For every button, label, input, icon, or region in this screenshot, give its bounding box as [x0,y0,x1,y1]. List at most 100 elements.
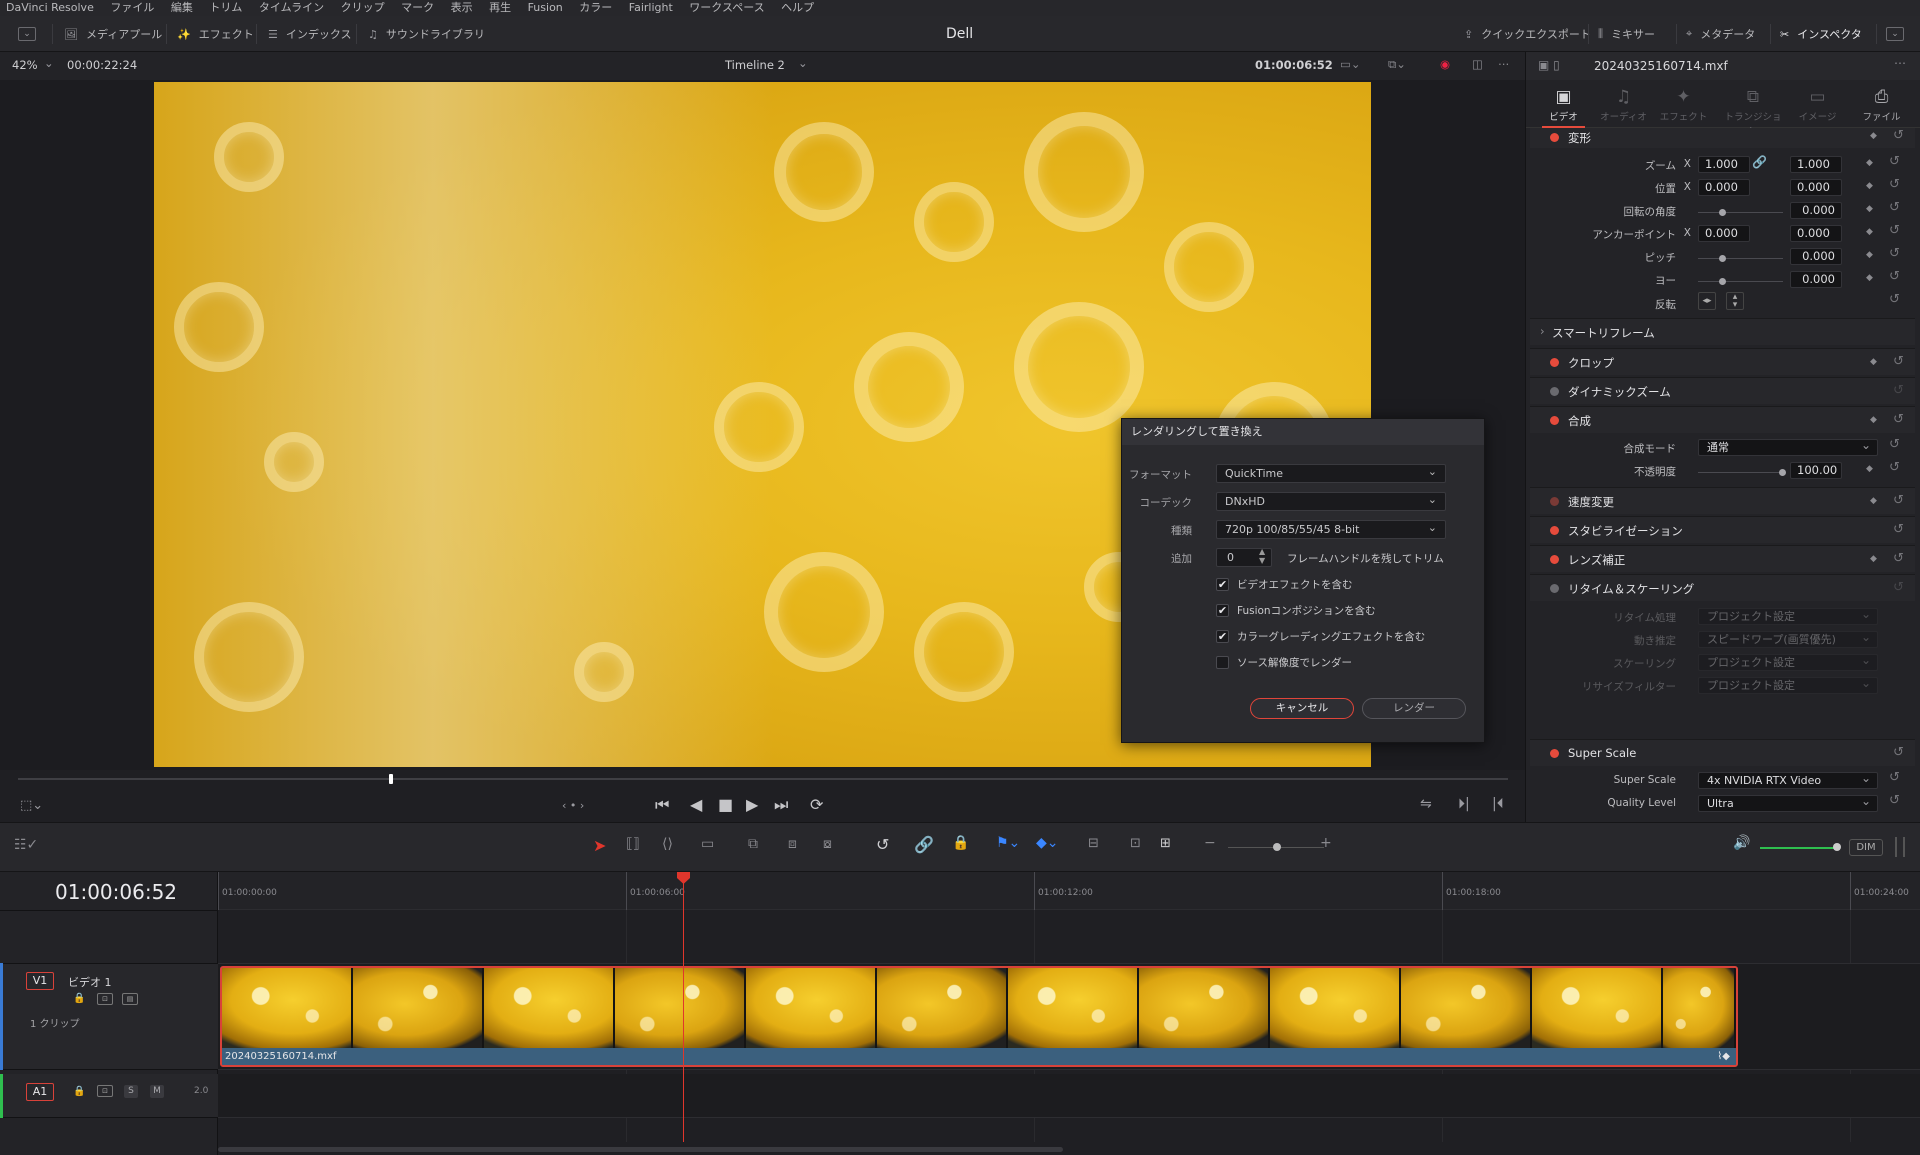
opacity-field[interactable]: 100.00 [1790,462,1842,479]
position-reset-icon[interactable]: ↺ [1889,177,1900,192]
pitch-field[interactable]: 0.000 [1790,248,1842,265]
include-color-grading-checkbox[interactable]: ✔ カラーグレーディングエフェクトを含む [1216,629,1425,644]
menu-help[interactable]: ヘルプ [781,1,814,14]
render-source-resolution-checkbox[interactable]: ソース解像度でレンダー [1216,655,1352,670]
v1-auto-select-icon[interactable]: ⊡ [97,993,113,1005]
section-stabilization[interactable]: スタビライゼーション ↺ [1530,516,1915,543]
mixer-button[interactable]: ⫼ ミキサー [1598,16,1655,52]
composite-enable-dot[interactable] [1550,416,1559,425]
a1-tag[interactable]: A1 [26,1083,54,1101]
metadata-button[interactable]: ⌖ メタデータ [1686,16,1755,52]
zoom-out-icon[interactable]: − [1204,835,1216,851]
composite-mode-select[interactable]: 通常 [1698,438,1878,456]
insert-clip-icon[interactable]: ⧉ [748,836,758,852]
anchor-x-field[interactable]: 0.000 [1698,225,1750,242]
position-x-field[interactable]: 0.000 [1698,179,1750,196]
checkbox-box[interactable]: ✔ [1216,630,1229,643]
menu-file[interactable]: ファイル [110,1,154,14]
anchor-keyframe-icon[interactable]: ◆ [1866,227,1873,237]
scrub-handle[interactable] [388,774,393,784]
flip-vertical-icon[interactable]: ▴ ▾ [1726,292,1744,310]
a1-auto-select-icon[interactable]: ⊡ [97,1085,113,1097]
crop-enable-dot[interactable] [1550,358,1559,367]
section-smart-reframe[interactable]: › スマートリフレーム [1530,318,1915,345]
menu-workspace[interactable]: ワークスペース [689,1,764,14]
split-view-icon[interactable]: ◫ [1472,57,1483,71]
volume-slider[interactable] [1760,847,1838,849]
render-button[interactable]: レンダー [1362,698,1466,719]
type-select[interactable]: 720p 100/85/55/45 8-bit [1216,519,1446,539]
loop-icon[interactable]: ⟳ [810,795,823,814]
selection-tool-icon[interactable]: ➤ [593,836,606,855]
menu-clip[interactable]: クリップ [341,1,385,14]
a1-mute-button[interactable]: M [150,1085,164,1098]
opacity-knob[interactable] [1779,469,1786,476]
clip-curve-icon[interactable]: ⌇◆ [1717,1048,1730,1065]
anchor-reset-icon[interactable]: ↺ [1889,223,1900,238]
lens-reset-icon[interactable]: ↺ [1893,551,1904,566]
pitch-reset-icon[interactable]: ↺ [1889,246,1900,261]
link-icon[interactable]: 🔗 [1752,155,1767,169]
playhead[interactable] [683,872,684,1142]
transform-reset-icon[interactable]: ↺ [1893,128,1904,143]
zoom-full-icon[interactable]: ⊟ [1088,836,1099,851]
anchor-y-field[interactable]: 0.000 [1790,225,1842,242]
checkbox-box[interactable]: ✔ [1216,604,1229,617]
yaw-knob[interactable] [1719,278,1726,285]
super-scale-reset-icon[interactable]: ↺ [1893,745,1904,760]
lens-correction-enable-dot[interactable] [1550,555,1559,564]
menu-fusion[interactable]: Fusion [528,1,563,14]
play-reverse-icon[interactable]: ◀ [690,795,702,814]
timeline-ruler[interactable]: 01:00:00:00 01:00:06:00 01:00:12:00 01:0… [218,872,1920,910]
tab-video[interactable]: ▣ ビデオ [1536,80,1591,128]
super-scale-select[interactable]: 4x NVIDIA RTX Video [1698,771,1878,789]
quality-level-reset-icon[interactable]: ↺ [1889,793,1900,808]
viewer-mode-icon[interactable]: ⧉⌄ [1388,57,1406,72]
motion-estimation-select[interactable]: スピードワープ(画質優先) [1698,630,1878,648]
menu-view[interactable]: 表示 [451,1,473,14]
tab-transition[interactable]: ⧉トランジション [1720,80,1786,137]
menu-color[interactable]: カラー [579,1,612,14]
stop-icon[interactable]: ■ [718,795,733,814]
retime-reset-icon[interactable]: ↺ [1893,580,1904,595]
composite-keyframe-icon[interactable]: ◆ [1870,415,1877,425]
zoom-custom-icon[interactable]: ⊞ [1160,836,1171,851]
super-scale-value-reset-icon[interactable]: ↺ [1889,770,1900,785]
inspector-button[interactable]: ✂ インスペクタ [1780,16,1862,52]
position-y-field[interactable]: 0.000 [1790,179,1842,196]
resize-filter-select[interactable]: プロジェクト設定 [1698,676,1878,694]
menu-playback[interactable]: 再生 [489,1,511,14]
format-select[interactable]: QuickTime [1216,463,1446,483]
section-retime-scaling[interactable]: リタイム＆スケーリング ↺ [1530,574,1915,601]
include-fusion-checkbox[interactable]: ✔ Fusionコンポジションを含む [1216,603,1376,618]
a1-solo-button[interactable]: S [124,1085,138,1098]
timeline-dropdown-icon[interactable]: ⌄ [798,56,808,70]
yaw-keyframe-icon[interactable]: ◆ [1866,273,1873,283]
tab-effects[interactable]: ✦ エフェクト [1656,80,1711,128]
go-to-end-icon[interactable]: ⏭ [774,795,788,815]
checkbox-box[interactable] [1216,656,1229,669]
zoom-x-field[interactable]: 1.000 [1698,156,1750,173]
flag-icon[interactable]: ⚑⌄ [996,835,1020,851]
flip-reset-icon[interactable]: ↺ [1889,292,1900,307]
opacity-keyframe-icon[interactable]: ◆ [1866,464,1873,474]
inspector-more-icon[interactable]: ⋯ [1894,56,1906,70]
scaling-select[interactable]: プロジェクト設定 [1698,653,1878,671]
color-wheel-icon[interactable]: ◉ [1440,57,1450,71]
a1-lock-icon[interactable]: 🔒 [73,1086,85,1097]
menu-timeline[interactable]: タイムライン [259,1,324,14]
overwrite-clip-icon[interactable]: ⧈ [788,836,797,852]
section-transform[interactable]: 変形 ◆ ↺ [1530,128,1915,148]
crop-keyframe-icon[interactable]: ◆ [1870,357,1877,367]
tab-file[interactable]: ⎙ ファイル [1854,80,1909,128]
position-keyframe-icon[interactable]: ◆ [1866,181,1873,191]
section-super-scale[interactable]: Super Scale ↺ [1530,739,1915,766]
stepper-arrows-icon[interactable]: ▲ ▼ [1259,547,1265,565]
section-composite[interactable]: 合成 ◆ ↺ [1530,406,1915,433]
menu-trim[interactable]: トリム [209,1,242,14]
crop-tool-icon[interactable]: ⬚⌄ [20,798,43,813]
zoom-y-field[interactable]: 1.000 [1790,156,1842,173]
sound-library-button[interactable]: ♫ サウンドライブラリ [368,16,485,52]
tab-audio[interactable]: ♫ オーディオ [1596,80,1651,128]
include-video-effects-checkbox[interactable]: ✔ ビデオエフェクトを含む [1216,577,1353,592]
